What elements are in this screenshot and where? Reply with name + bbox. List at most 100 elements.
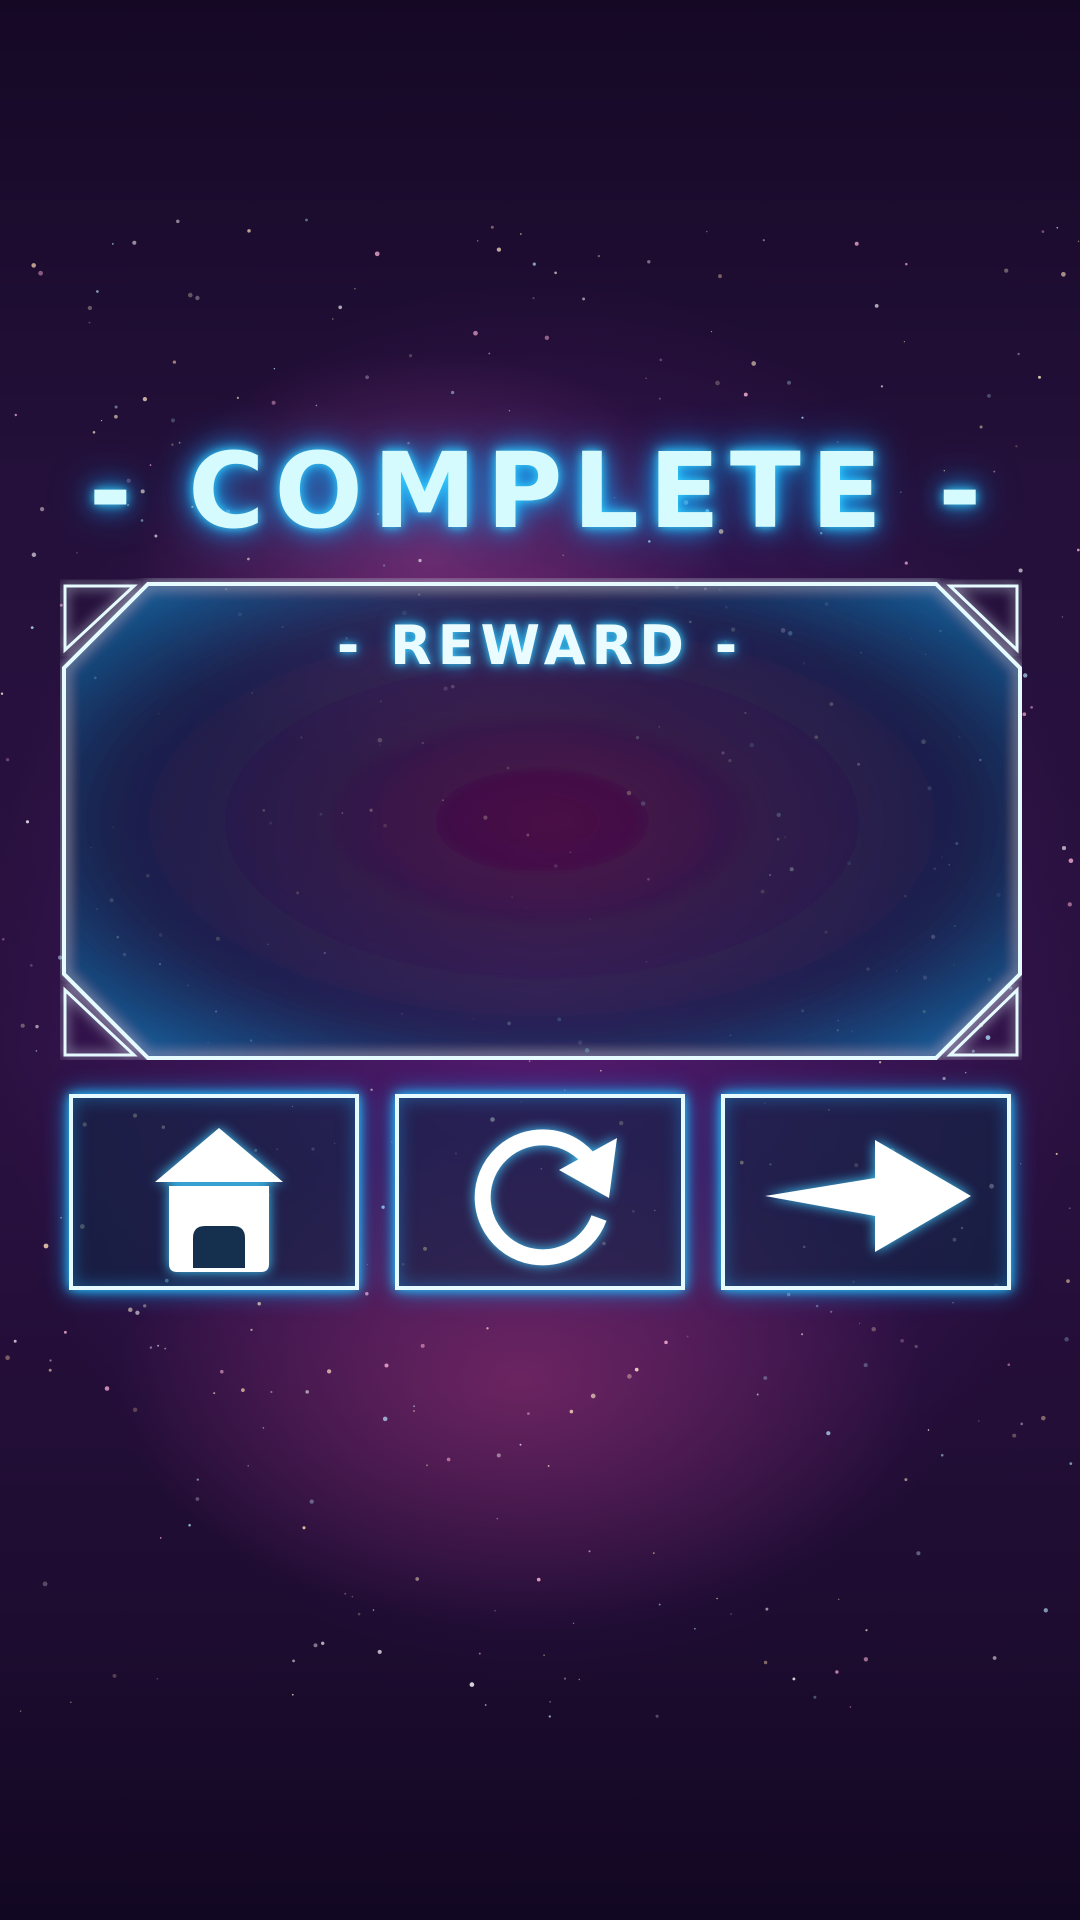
star — [904, 561, 908, 565]
retry-button[interactable] — [395, 1094, 685, 1290]
star — [658, 397, 661, 400]
star — [382, 564, 386, 567]
star — [1020, 1163, 1022, 1165]
star — [1069, 1462, 1073, 1465]
star — [1030, 706, 1033, 709]
star — [627, 1374, 632, 1379]
star — [114, 405, 118, 409]
star — [450, 390, 455, 395]
star — [878, 1061, 882, 1064]
star — [142, 396, 148, 402]
star — [31, 552, 37, 558]
star — [863, 1363, 868, 1368]
star — [730, 1613, 732, 1615]
star — [543, 1654, 545, 1657]
star — [49, 1359, 52, 1362]
star — [338, 305, 343, 310]
next-button[interactable] — [721, 1094, 1011, 1290]
star — [1061, 271, 1066, 277]
star — [830, 1310, 833, 1313]
star — [916, 1551, 921, 1556]
star — [29, 964, 33, 967]
star — [365, 1291, 369, 1296]
star — [940, 1453, 944, 1457]
star — [519, 233, 522, 235]
home-button[interactable] — [69, 1094, 359, 1290]
star — [326, 1369, 332, 1374]
star — [1041, 230, 1045, 233]
star — [35, 1024, 39, 1029]
star — [880, 385, 884, 388]
star — [1043, 1608, 1048, 1613]
star — [446, 1457, 451, 1462]
star — [652, 1552, 655, 1555]
star — [188, 292, 193, 298]
star — [582, 297, 586, 301]
star — [1056, 226, 1059, 229]
star — [710, 330, 713, 333]
star — [172, 360, 177, 364]
star — [597, 254, 601, 258]
star — [412, 1409, 416, 1413]
complete-title: - COMPLETE - — [88, 430, 992, 552]
star — [391, 1141, 393, 1143]
star — [865, 1629, 868, 1632]
star — [1017, 352, 1020, 356]
star — [469, 1682, 475, 1687]
star — [863, 1657, 869, 1662]
home-icon — [155, 1128, 283, 1272]
star — [354, 288, 356, 290]
star — [5, 1355, 10, 1360]
star — [874, 304, 879, 308]
star — [562, 554, 564, 557]
star — [302, 1526, 306, 1530]
star — [132, 1407, 138, 1413]
star — [305, 1390, 309, 1394]
star — [157, 1344, 160, 1347]
star — [786, 1292, 791, 1297]
star — [382, 1416, 388, 1422]
star — [188, 1523, 191, 1527]
star — [496, 1517, 499, 1520]
star — [815, 1304, 819, 1308]
star — [236, 396, 239, 399]
star — [1004, 268, 1009, 273]
star — [262, 1427, 265, 1429]
star — [588, 1550, 591, 1553]
star — [351, 1595, 354, 1598]
star — [1068, 858, 1074, 864]
star — [659, 358, 663, 362]
star — [706, 230, 708, 233]
star — [292, 1659, 295, 1663]
star — [48, 1368, 52, 1372]
star — [942, 1076, 946, 1081]
star — [1061, 846, 1067, 851]
star — [647, 260, 651, 264]
star — [409, 354, 413, 358]
arrow-right-icon — [765, 1140, 971, 1252]
star — [374, 251, 380, 257]
star — [88, 321, 91, 324]
star — [250, 1328, 253, 1332]
star — [1067, 902, 1072, 907]
star — [765, 1607, 769, 1611]
star — [658, 1603, 661, 1606]
star — [547, 1465, 550, 1467]
star — [1055, 1152, 1058, 1155]
star — [914, 1344, 918, 1349]
star — [544, 335, 550, 340]
star — [43, 1243, 49, 1249]
star — [763, 1376, 768, 1380]
star — [569, 1409, 574, 1414]
star — [96, 290, 99, 293]
star — [25, 820, 30, 824]
star — [366, 1263, 369, 1266]
star — [987, 394, 991, 398]
star — [111, 242, 114, 245]
star — [2, 938, 5, 941]
reward-title: - REWARD - — [336, 614, 744, 677]
star — [291, 1693, 294, 1696]
star — [31, 263, 36, 268]
star — [508, 410, 511, 412]
star — [247, 557, 250, 561]
